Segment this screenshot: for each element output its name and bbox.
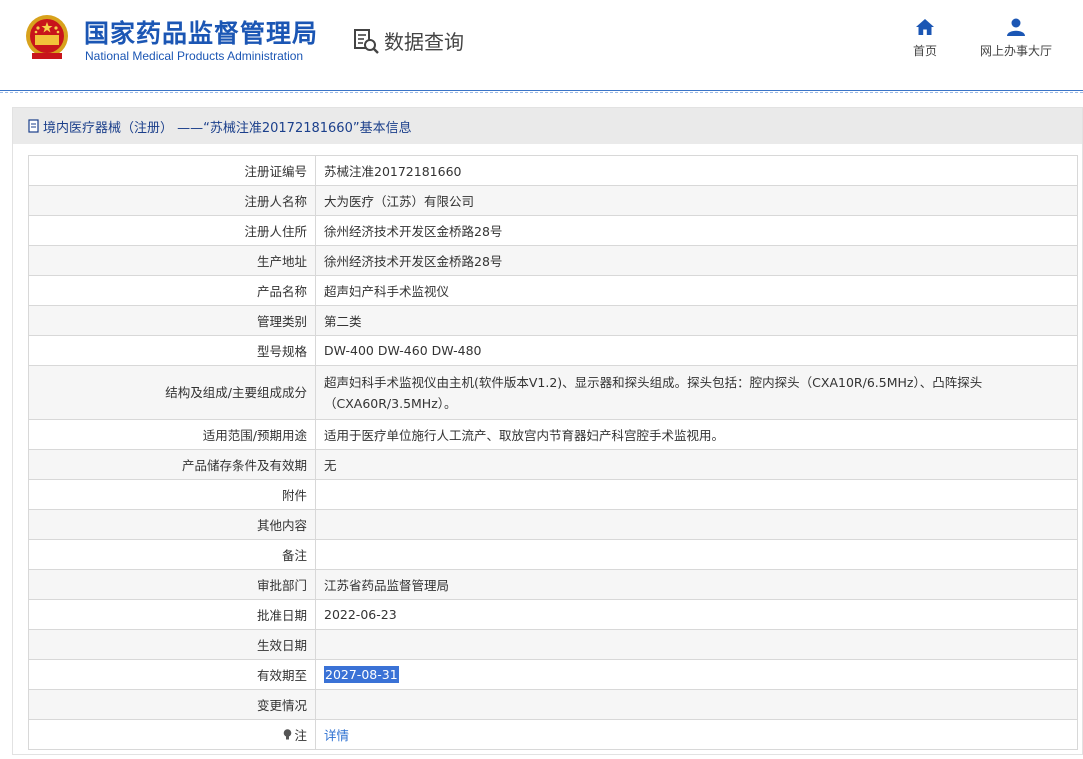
field-value: 超声妇科手术监视仪由主机(软件版本V1.2)、显示器和探头组成。探头包括：腔内探…: [315, 365, 1078, 420]
field-label: 产品名称: [28, 275, 316, 306]
field-label: 结构及组成/主要组成成分: [28, 365, 316, 420]
field-value: [315, 539, 1078, 570]
search-document-icon: [354, 28, 379, 54]
home-icon: [916, 19, 934, 35]
field-value: 适用于医疗单位施行人工流产、取放宫内节育器妇产科宫腔手术监视用。: [315, 419, 1078, 450]
table-row: 批准日期 2022-06-23: [28, 599, 1078, 630]
detail-table: 注册证编号 苏械注准20172181660 注册人名称 大为医疗（江苏）有限公司 注…: [28, 155, 1078, 750]
field-value: DW-400 DW-460 DW-480: [315, 335, 1078, 366]
expiry-date-selected-text[interactable]: 2027-08-31: [324, 666, 399, 683]
field-value[interactable]: 2027-08-31: [315, 659, 1078, 690]
field-label: 注: [28, 719, 316, 750]
field-label: 有效期至: [28, 659, 316, 690]
table-row: 审批部门 江苏省药品监督管理局: [28, 569, 1078, 600]
brand-title-en: National Medical Products Administration: [85, 49, 304, 63]
detail-panel: 境内医疗器械（注册） ——“苏械注准20172181660”基本信息 注册证编号…: [12, 107, 1083, 755]
details-link[interactable]: 详情: [324, 728, 349, 743]
field-value: 徐州经济技术开发区金桥路28号: [315, 245, 1078, 276]
field-value: [315, 479, 1078, 510]
field-value: 第二类: [315, 305, 1078, 336]
field-label: 注册证编号: [28, 155, 316, 186]
table-row: 注册人住所 徐州经济技术开发区金桥路28号: [28, 215, 1078, 246]
field-label: 审批部门: [28, 569, 316, 600]
table-row: 生效日期: [28, 629, 1078, 660]
note-label: 注: [294, 728, 307, 743]
field-value: 大为医疗（江苏）有限公司: [315, 185, 1078, 216]
table-row: 生产地址 徐州经济技术开发区金桥路28号: [28, 245, 1078, 276]
field-label: 变更情况: [28, 689, 316, 720]
panel-title-text: 境内医疗器械（注册） ——“苏械注准20172181660”基本信息: [43, 120, 412, 136]
field-value: [315, 689, 1078, 720]
national-emblem-icon: [26, 15, 68, 59]
field-value: 江苏省药品监督管理局: [315, 569, 1078, 600]
field-value: 超声妇产科手术监视仪: [315, 275, 1078, 306]
table-row: 其他内容: [28, 509, 1078, 540]
table-row: 备注: [28, 539, 1078, 570]
brand-title-cn: 国家药品监督管理局: [84, 19, 319, 48]
field-label: 型号规格: [28, 335, 316, 366]
field-label: 注册人住所: [28, 215, 316, 246]
document-icon: [28, 119, 39, 133]
site-header: 国家药品监督管理局 National Medical Products Admi…: [0, 0, 1083, 93]
field-label: 管理类别: [28, 305, 316, 336]
table-row: 附件: [28, 479, 1078, 510]
table-row: 注 详情: [28, 719, 1078, 750]
table-row: 产品名称 超声妇产科手术监视仪: [28, 275, 1078, 306]
data-query-label: 数据查询: [384, 30, 464, 54]
field-label: 生产地址: [28, 245, 316, 276]
field-value: 徐州经济技术开发区金桥路28号: [315, 215, 1078, 246]
field-value: [315, 629, 1078, 660]
table-row: 变更情况: [28, 689, 1078, 720]
table-row: 适用范围/预期用途 适用于医疗单位施行人工流产、取放宫内节育器妇产科宫腔手术监视用…: [28, 419, 1078, 450]
table-row: 管理类别 第二类: [28, 305, 1078, 336]
field-label: 注册人名称: [28, 185, 316, 216]
field-label: 产品储存条件及有效期: [28, 449, 316, 480]
table-row: 有效期至 2027-08-31: [28, 659, 1078, 690]
nav-online-service-hall[interactable]: 网上办事大厅: [980, 18, 1052, 59]
field-value: 苏械注准20172181660: [315, 155, 1078, 186]
table-row: 注册证编号 苏械注准20172181660: [28, 155, 1078, 186]
field-label: 附件: [28, 479, 316, 510]
field-value: 无: [315, 449, 1078, 480]
nav-online-service-hall-label: 网上办事大厅: [980, 44, 1053, 58]
field-label: 其他内容: [28, 509, 316, 540]
table-row: 注册人名称 大为医疗（江苏）有限公司: [28, 185, 1078, 216]
field-value: 详情: [315, 719, 1078, 750]
field-value: [315, 509, 1078, 540]
table-row: 结构及组成/主要组成成分 超声妇科手术监视仪由主机(软件版本V1.2)、显示器和探…: [28, 365, 1078, 420]
user-icon: [1007, 18, 1025, 36]
field-label: 批准日期: [28, 599, 316, 630]
lightbulb-icon: [284, 729, 292, 740]
nav-home-label: 首页: [913, 44, 938, 58]
nav-home[interactable]: 首页: [913, 18, 937, 59]
table-row: 产品储存条件及有效期无: [28, 449, 1078, 480]
field-value: 2022-06-23: [315, 599, 1078, 630]
data-query-title: 数据查询: [353, 26, 464, 55]
field-label: 适用范围/预期用途: [28, 419, 316, 450]
field-label: 备注: [28, 539, 316, 570]
table-row: 型号规格 DW-400 DW-460 DW-480: [28, 335, 1078, 366]
panel-title: 境内医疗器械（注册） ——“苏械注准20172181660”基本信息: [13, 108, 1082, 144]
field-label: 生效日期: [28, 629, 316, 660]
